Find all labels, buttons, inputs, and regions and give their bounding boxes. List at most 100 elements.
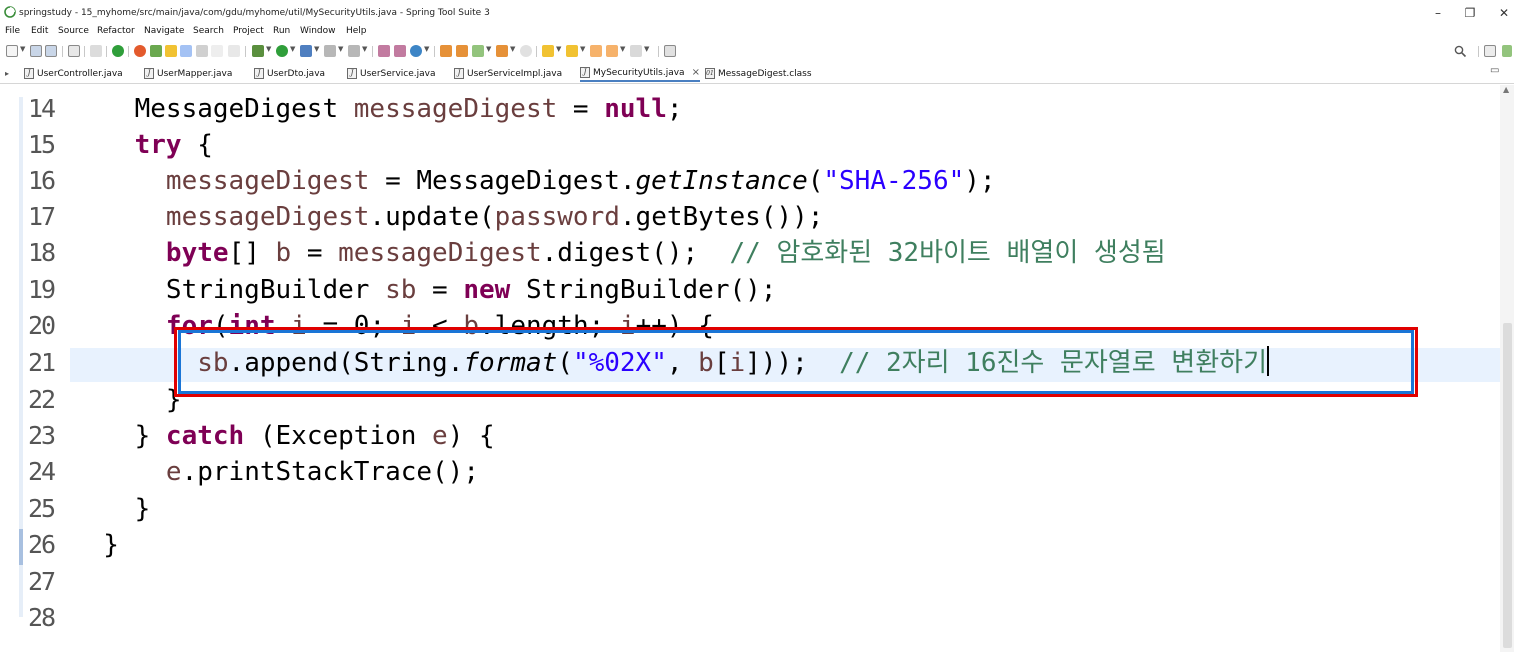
external-tools-icon[interactable] [300, 45, 312, 57]
toolbar-separator [106, 46, 107, 57]
tab-overflow-icon[interactable]: ▸ [5, 69, 9, 78]
line-number: 26 [28, 530, 56, 559]
coverage-icon[interactable] [348, 45, 360, 57]
debug-icon[interactable] [252, 45, 264, 57]
show-whitespace-icon[interactable] [211, 45, 223, 57]
code-token: .update( [369, 202, 495, 232]
menu-help[interactable]: Help [346, 26, 367, 36]
word-wrap-icon[interactable] [228, 45, 240, 57]
chevron-down-icon[interactable]: ▼ [362, 45, 367, 53]
tab-usercontroller[interactable]: J UserController.java [24, 65, 123, 82]
code-line[interactable]: 28 [0, 600, 1500, 636]
code-token: catch [165, 421, 245, 451]
line-number: 14 [28, 94, 56, 123]
menu-project[interactable]: Project [233, 26, 264, 36]
search-icon[interactable] [472, 45, 484, 57]
minimize-button[interactable]: – [1428, 6, 1448, 20]
tab-userserviceimpl[interactable]: J UserServiceImpl.java [454, 65, 562, 82]
refresh-icon[interactable] [134, 45, 146, 57]
chevron-down-icon[interactable]: ▼ [580, 45, 585, 53]
chevron-down-icon[interactable]: ▼ [556, 45, 561, 53]
code-line[interactable]: 26 } [0, 527, 1500, 563]
code-line[interactable]: 25 } [0, 491, 1500, 527]
next-annotation-icon[interactable] [542, 45, 554, 57]
spring-icon[interactable] [150, 45, 162, 57]
new-class-icon[interactable] [410, 45, 422, 57]
save-icon[interactable] [30, 45, 42, 57]
code-line[interactable]: 18 byte[] b = messageDigest.digest(); //… [0, 235, 1500, 271]
menu-refactor[interactable]: Refactor [97, 26, 135, 36]
back-icon[interactable] [606, 45, 618, 57]
chevron-down-icon[interactable]: ▼ [314, 45, 319, 53]
menu-navigate[interactable]: Navigate [144, 26, 184, 36]
chevron-down-icon[interactable]: ▼ [424, 45, 429, 53]
chevron-down-icon[interactable]: ▼ [620, 45, 625, 53]
code-line[interactable]: 14 MessageDigest messageDigest = null; [0, 91, 1500, 127]
code-token: sb [385, 275, 417, 305]
code-line[interactable]: 23 } catch (Exception e) { [0, 418, 1500, 454]
code-line[interactable]: 19 StringBuilder sb = new StringBuilder(… [0, 272, 1500, 308]
chevron-down-icon[interactable]: ▼ [510, 45, 515, 53]
save-all-icon[interactable] [45, 45, 57, 57]
previous-annotation-icon[interactable] [566, 45, 578, 57]
menu-edit[interactable]: Edit [31, 26, 48, 36]
chevron-down-icon[interactable]: ▼ [266, 45, 271, 53]
menu-source[interactable]: Source [58, 26, 89, 36]
open-type-icon[interactable] [440, 45, 452, 57]
vertical-scrollbar[interactable]: ▲ [1500, 85, 1514, 652]
code-token: { [181, 130, 213, 160]
scrollbar-thumb[interactable] [1503, 323, 1512, 648]
code-token: StringBuilder [72, 275, 386, 305]
chevron-down-icon[interactable]: ▼ [486, 45, 491, 53]
quick-access-search-icon[interactable] [1454, 45, 1467, 58]
code-line[interactable]: 15 try { [0, 127, 1500, 163]
server-start-icon[interactable] [112, 45, 124, 57]
close-tab-icon[interactable]: × [692, 67, 700, 78]
toggle-icon[interactable] [180, 45, 192, 57]
toolbar-separator [1478, 46, 1479, 57]
code-line[interactable]: 27 [0, 564, 1500, 600]
tab-messagedigest[interactable]: 01 MessageDigest.class [705, 65, 812, 82]
menu-file[interactable]: File [5, 26, 20, 36]
open-perspective-button-icon[interactable] [1484, 45, 1496, 57]
open-perspective-icon[interactable] [496, 45, 508, 57]
tab-mysecurityutils[interactable]: J MySecurityUtils.java × [580, 65, 700, 82]
skip-breakpoints-icon[interactable] [90, 45, 102, 57]
run-icon[interactable] [276, 45, 288, 57]
chevron-down-icon[interactable]: ▼ [338, 45, 343, 53]
close-button[interactable]: ✕ [1494, 6, 1514, 20]
tab-userdto[interactable]: J UserDto.java [254, 65, 325, 82]
code-line[interactable]: 17 messageDigest.update(password.getByte… [0, 199, 1500, 235]
tab-userservice[interactable]: J UserService.java [347, 65, 436, 82]
tab-usermapper[interactable]: J UserMapper.java [144, 65, 232, 82]
block-select-icon[interactable] [196, 45, 208, 57]
forward-icon[interactable] [630, 45, 642, 57]
menu-run[interactable]: Run [273, 26, 290, 36]
chevron-down-icon[interactable]: ▼ [20, 45, 25, 53]
globe-icon[interactable] [520, 45, 532, 57]
highlight-icon[interactable] [165, 45, 177, 57]
code-line[interactable]: 24 e.printStackTrace(); [0, 454, 1500, 490]
new-file-icon[interactable] [6, 45, 18, 57]
menu-window[interactable]: Window [300, 26, 336, 36]
last-edit-icon[interactable] [590, 45, 602, 57]
scroll-up-icon[interactable]: ▲ [1503, 85, 1509, 94]
code-line[interactable]: 16 messageDigest = MessageDigest.getInst… [0, 163, 1500, 199]
new-package-icon[interactable] [394, 45, 406, 57]
java-perspective-icon[interactable] [1502, 45, 1512, 57]
print-icon[interactable] [68, 45, 80, 57]
pin-editor-icon[interactable] [664, 45, 676, 57]
menu-search[interactable]: Search [193, 26, 224, 36]
open-task-icon[interactable] [456, 45, 468, 57]
stop-icon[interactable] [324, 45, 336, 57]
chevron-down-icon[interactable]: ▼ [290, 45, 295, 53]
chevron-down-icon[interactable]: ▼ [644, 45, 649, 53]
minimize-editor-icon[interactable]: ▭ [1490, 65, 1499, 76]
code-token: messageDigest [353, 94, 558, 124]
new-java-project-icon[interactable] [378, 45, 390, 57]
restore-button[interactable]: ❐ [1460, 6, 1480, 20]
code-editor[interactable]: 14 MessageDigest messageDigest = null; 15… [0, 85, 1500, 652]
java-file-icon: J [347, 68, 357, 79]
